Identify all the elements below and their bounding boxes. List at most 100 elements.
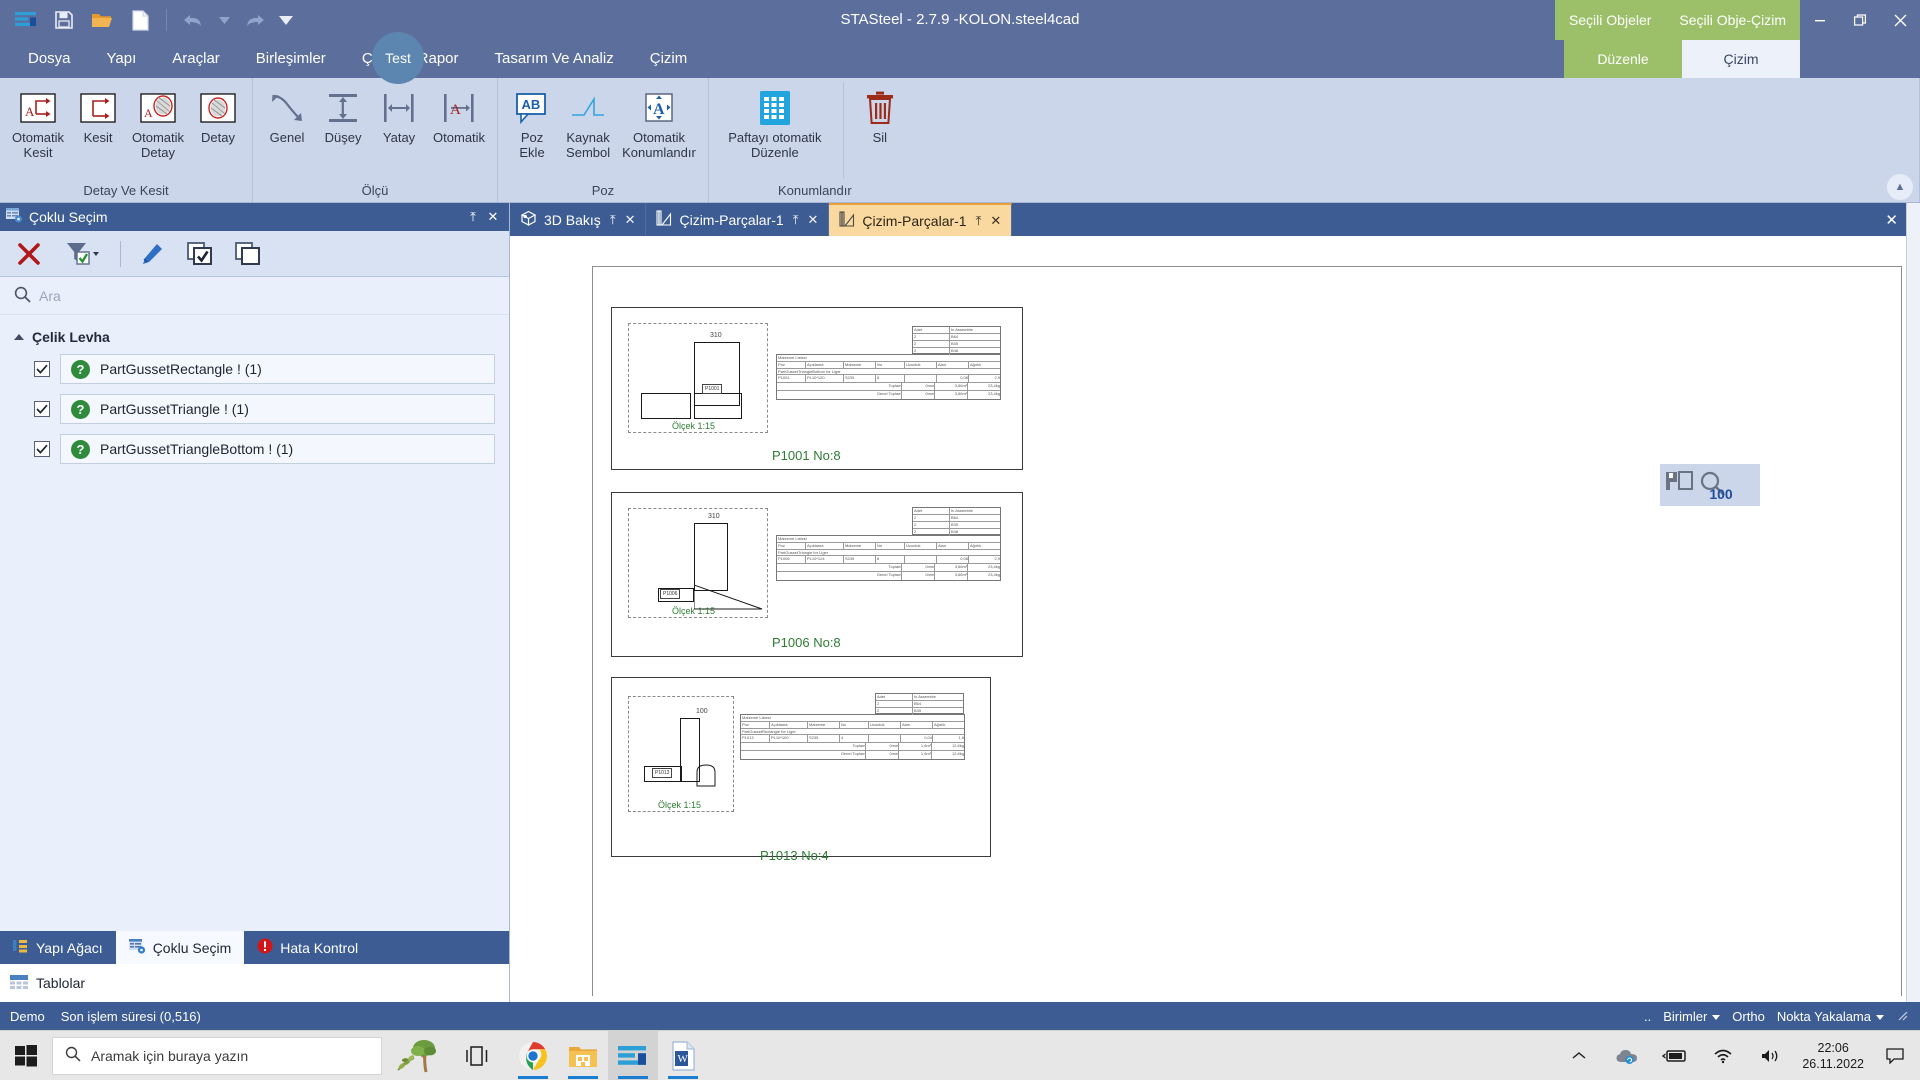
- horizontal-dimension-button[interactable]: Yatay: [371, 82, 427, 145]
- weld-symbol-icon: [568, 86, 608, 130]
- open-folder-icon[interactable]: [84, 2, 120, 38]
- horizontal-dimension-icon: [379, 86, 419, 130]
- item-checkbox[interactable]: [34, 441, 50, 457]
- doc-tab-cizim-parcalar-1b[interactable]: Çizim-Parçalar-1 ⤒ ✕: [829, 203, 1012, 236]
- status-snap-button[interactable]: Nokta Yakalama: [1777, 1009, 1884, 1024]
- close-all-tabs-button[interactable]: ✕: [1885, 203, 1898, 236]
- general-dimension-button[interactable]: Genel: [259, 82, 315, 145]
- chrome-icon[interactable]: [508, 1031, 558, 1080]
- deselect-all-button[interactable]: [231, 237, 265, 271]
- panel-pin-button[interactable]: ⤒: [463, 209, 483, 225]
- save-icon[interactable]: [46, 2, 82, 38]
- drawing-frame-p1006[interactable]: 310 P1006 Ölçek 1:15 Malzeme Listesi Poz…: [611, 492, 1023, 657]
- auto-section-button[interactable]: A OtomatikKesit: [6, 82, 70, 160]
- title-bar: STASteel - 2.7.9 -KOLON.steel4cad Seçili…: [0, 0, 1920, 40]
- tab-coklu-secim[interactable]: Çoklu Seçim: [116, 931, 245, 964]
- redo-icon[interactable]: [237, 2, 273, 38]
- undo-icon[interactable]: [175, 2, 211, 38]
- restore-button[interactable]: [1840, 0, 1880, 40]
- vertical-dimension-button[interactable]: Düşey: [315, 82, 371, 145]
- windows-start-icon[interactable]: [0, 1031, 52, 1080]
- close-button[interactable]: [1880, 0, 1920, 40]
- onedrive-icon[interactable]: [1610, 1031, 1644, 1080]
- volume-icon[interactable]: [1754, 1031, 1788, 1080]
- drawing-frame-p1001[interactable]: 310 P1001 Ölçek 1:15 Malzeme Listesi Poz…: [611, 307, 1023, 470]
- file-explorer-icon[interactable]: [558, 1031, 608, 1080]
- tree-group-celik-levha[interactable]: Çelik Levha: [0, 325, 509, 349]
- menu-item-cizim[interactable]: Çizim: [632, 40, 706, 78]
- item-row-partgussettrianglebottom[interactable]: ? PartGussetTriangleBottom ! (1): [60, 434, 495, 464]
- doc-tab-close-button[interactable]: ✕: [625, 212, 636, 228]
- item-checkbox[interactable]: [34, 401, 50, 417]
- action-center-icon[interactable]: [1878, 1031, 1912, 1080]
- task-view-icon[interactable]: [452, 1031, 502, 1080]
- select-all-button[interactable]: [183, 237, 217, 271]
- add-mark-button[interactable]: AB PozEkle: [504, 82, 560, 160]
- drawing-canvas[interactable]: 310 P1001 Ölçek 1:15 Malzeme Listesi Poz…: [510, 236, 1906, 1002]
- part-shape-flange: [641, 393, 691, 419]
- doc-tab-pin-button[interactable]: ⤒: [793, 212, 799, 228]
- section-button[interactable]: Kesit: [70, 82, 126, 145]
- new-file-icon[interactable]: [122, 2, 158, 38]
- ribbon-group-label-konumlandir: Konumlandır: [715, 183, 915, 202]
- weld-symbol-button[interactable]: KaynakSembol: [560, 82, 616, 160]
- show-hidden-icons-icon[interactable]: [1562, 1031, 1596, 1080]
- edit-button[interactable]: [135, 237, 169, 271]
- battery-icon[interactable]: [1658, 1031, 1692, 1080]
- ribbon-collapse-button[interactable]: ▲: [1887, 174, 1913, 200]
- qat-more-icon[interactable]: [275, 2, 297, 38]
- detail-button[interactable]: Detay: [190, 82, 246, 145]
- doc-tab-close-button[interactable]: ✕: [807, 212, 818, 228]
- save-view-icon[interactable]: [1665, 471, 1695, 500]
- doc-tab-close-button[interactable]: ✕: [990, 213, 1001, 229]
- status-ortho-button[interactable]: Ortho: [1732, 1009, 1765, 1024]
- subtab-duzenle[interactable]: Düzenle: [1564, 40, 1682, 78]
- detail-label: Detay: [201, 130, 235, 145]
- assembly-table-p1013: AdetIn Assemble 2B64 2B35: [875, 693, 964, 714]
- auto-dimension-button[interactable]: A Otomatik: [427, 82, 491, 145]
- tables-row[interactable]: Tablolar: [0, 964, 509, 1002]
- tab-hata-kontrol[interactable]: Hata Kontrol: [244, 931, 371, 964]
- drawing-sheet: 310 P1001 Ölçek 1:15 Malzeme Listesi Poz…: [592, 266, 1902, 996]
- taskbar-clock[interactable]: 22:06 26.11.2022: [1802, 1040, 1864, 1072]
- auto-detail-button[interactable]: A OtomatikDetay: [126, 82, 190, 160]
- status-units-button[interactable]: Birimler: [1663, 1009, 1720, 1024]
- filter-button[interactable]: [60, 237, 106, 271]
- doc-tab-3d-bakis[interactable]: 3D Bakış ⤒ ✕: [510, 203, 646, 236]
- menu-item-dosya[interactable]: Dosya: [10, 40, 89, 78]
- search-input[interactable]: [39, 288, 495, 304]
- drawing-frame-p1013[interactable]: 100 P1013 Ölçek 1:15 Malzeme Listesi Poz…: [611, 677, 991, 857]
- app-logo-icon[interactable]: [8, 2, 44, 38]
- menu-item-araclar[interactable]: Araçlar: [154, 40, 238, 78]
- auto-arrange-sheet-button[interactable]: Paftayı otomatikDüzenle: [715, 82, 835, 160]
- resize-grip-icon[interactable]: [1896, 1009, 1908, 1024]
- tab-yapi-agaci[interactable]: Yapı Ağacı: [0, 931, 116, 964]
- delete-button[interactable]: Sil: [852, 82, 908, 145]
- taskbar-search-box[interactable]: Aramak için buraya yazın: [52, 1037, 382, 1075]
- minimize-button[interactable]: [1800, 0, 1840, 40]
- wifi-icon[interactable]: [1706, 1031, 1740, 1080]
- menu-item-yapi[interactable]: Yapı: [89, 40, 155, 78]
- zoom-widget[interactable]: 100: [1660, 464, 1760, 506]
- ctx-tab-selected-object-drawing[interactable]: Seçili Obje-Çizim: [1665, 0, 1800, 40]
- item-row-partgussetrectangle[interactable]: ? PartGussetRectangle ! (1): [60, 354, 495, 384]
- panel-close-button[interactable]: ✕: [483, 209, 503, 225]
- doc-tab-cizim-parcalar-1a[interactable]: Çizim-Parçalar-1 ⤒ ✕: [646, 203, 829, 236]
- menu-item-birlesimler[interactable]: Birleşimler: [238, 40, 344, 78]
- olive-tree-icon[interactable]: [382, 1031, 452, 1080]
- multi-select-icon: [6, 208, 23, 226]
- word-icon[interactable]: W: [658, 1031, 708, 1080]
- stasteel-icon[interactable]: [608, 1031, 658, 1080]
- doc-tab-pin-button[interactable]: ⤒: [610, 212, 616, 228]
- ctx-tab-selected-objects[interactable]: Seçili Objeler: [1555, 0, 1665, 40]
- item-row-partgussettriangle[interactable]: ? PartGussetTriangle ! (1): [60, 394, 495, 424]
- item-checkbox[interactable]: [34, 361, 50, 377]
- clear-selection-button[interactable]: [12, 237, 46, 271]
- undo-dropdown-icon[interactable]: [213, 2, 235, 38]
- subtab-cizim[interactable]: Çizim: [1682, 40, 1800, 78]
- menu-item-tasarim-analiz[interactable]: Tasarım Ve Analiz: [477, 40, 632, 78]
- menu-bar: Dosya Yapı Araçlar Birleşimler Çizim & R…: [0, 40, 1920, 78]
- auto-position-button[interactable]: A OtomatikKonumlandır: [616, 82, 702, 160]
- right-scrollbar-area[interactable]: [1906, 203, 1920, 1002]
- doc-tab-pin-button[interactable]: ⤒: [976, 213, 982, 229]
